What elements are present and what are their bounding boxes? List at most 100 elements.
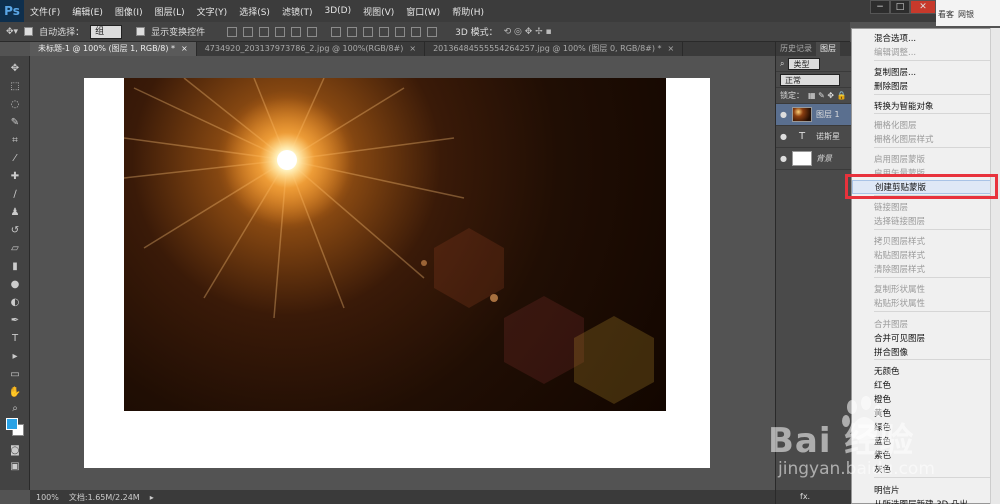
clone-stamp-tool-icon[interactable]: ♟ [7,206,23,220]
move-tool-icon[interactable]: ✥ [7,62,23,76]
close-tab-icon[interactable]: × [409,44,416,53]
distribute-vcenter-icon[interactable] [347,26,358,37]
gradient-tool-icon[interactable]: ▮ [7,260,23,274]
align-hcenter-icon[interactable] [291,26,302,37]
pen-tool-icon[interactable]: ✒ [7,314,23,328]
screen-mode-icon[interactable]: ▣ [7,460,23,474]
context-menu-item[interactable]: 拼合图像 [874,346,908,358]
close-tab-icon[interactable]: × [668,44,675,53]
eyedropper-tool-icon[interactable]: ⁄ [7,152,23,166]
align-vcenter-icon[interactable] [243,26,254,37]
menu-help[interactable]: 帮助(H) [446,5,490,18]
auto-select-checkbox[interactable] [24,27,34,36]
tab-image-2[interactable]: 20136484555554264257.jpg @ 100% (图层 0, R… [425,42,684,56]
menu-type[interactable]: 文字(Y) [191,5,234,18]
hand-tool-icon[interactable]: ✋ [7,386,23,400]
align-top-icon[interactable] [227,26,238,37]
menu-image[interactable]: 图像(I) [109,5,149,18]
tab-image-1[interactable]: 4734920_203137973786_2.jpg @ 100%(RGB/8#… [197,42,426,56]
layer-style-icon[interactable]: fx. [800,492,810,501]
context-menu-item[interactable]: 红色 [874,379,891,391]
tab-untitled[interactable]: 未标题-1 @ 100% (图层 1, RGB/8) * × [30,42,197,56]
type-layer-icon: T [798,131,806,142]
dodge-tool-icon[interactable]: ◐ [7,296,23,310]
auto-select-dropdown[interactable]: 组 [90,24,123,39]
browser-label-kanke[interactable]: 看客 [938,9,954,20]
menu-filter[interactable]: 滤镜(T) [276,5,319,18]
menu-file[interactable]: 文件(F) [24,5,66,18]
layer-row[interactable]: ● T 诺斯星 [776,126,851,148]
minimize-icon[interactable]: − [870,0,890,14]
menu-window[interactable]: 窗口(W) [400,5,446,18]
browser-label-wangyin[interactable]: 网银 [958,9,974,20]
auto-select-label: 自动选择： [39,28,85,38]
document-canvas[interactable] [84,78,710,468]
brush-tool-icon[interactable]: ∕ [7,188,23,202]
blend-mode-row: 正常 [776,72,851,88]
orbit-3d-icon[interactable]: ⟲ ◎ ✥ ✢ ▪ [504,27,552,37]
context-menu-item[interactable]: 删除图层 [874,80,908,92]
layer-name[interactable]: 诺斯星 [816,131,840,142]
type-tool-icon[interactable]: T [7,332,23,346]
layer-name[interactable]: 图层 1 [816,109,840,120]
layer-name[interactable]: 背景 [816,153,832,164]
crop-tool-icon[interactable]: ⌗ [7,134,23,148]
menu-edit[interactable]: 编辑(E) [66,5,109,18]
context-menu-item[interactable]: 从所选图层新建 3D 凸出 [874,498,968,504]
blur-tool-icon[interactable]: ● [7,278,23,292]
distribute-top-icon[interactable] [331,26,342,37]
show-transform-checkbox[interactable] [136,27,146,36]
distribute-hcenter-icon[interactable] [395,26,406,37]
canvas-workarea[interactable] [30,56,775,490]
tab-layers[interactable]: 图层 [816,42,840,56]
layer-filter-dropdown[interactable]: 类型 [788,57,821,70]
lens-flare-graphic [124,78,654,404]
menu-bar: Ps 文件(F) 编辑(E) 图像(I) 图层(L) 文字(Y) 选择(S) 滤… [0,0,1000,22]
watermark-url: jingyan.baidu.com [778,459,935,479]
healing-tool-icon[interactable]: ✚ [7,170,23,184]
align-right-icon[interactable] [307,26,318,37]
visibility-eye-icon[interactable]: ● [780,110,788,119]
foreground-color-swatch[interactable] [6,418,18,430]
shape-tool-icon[interactable]: ▭ [7,368,23,382]
tab-history[interactable]: 历史记录 [776,42,816,56]
status-arrow-icon[interactable]: ▸ [150,493,154,502]
zoom-tool-icon[interactable]: ⌕ [7,402,23,416]
context-menu-item[interactable]: 转换为智能对象 [874,100,934,112]
layer-row[interactable]: ● 图层 1 [776,104,851,126]
menu-separator [874,60,992,61]
move-tool-icon[interactable]: ✥▾ [6,27,18,37]
menu-view[interactable]: 视图(V) [357,5,400,18]
lasso-tool-icon[interactable]: ◌ [7,98,23,112]
context-menu-item[interactable]: 合并可见图层 [874,332,925,344]
visibility-eye-icon[interactable]: ● [780,132,788,141]
close-tab-icon[interactable]: × [181,44,188,53]
blend-mode-dropdown[interactable]: 正常 [780,73,840,86]
maximize-icon[interactable]: □ [890,0,910,14]
visibility-eye-icon[interactable]: ● [780,154,788,163]
context-menu-item[interactable]: 复制图层... [874,66,916,78]
history-brush-tool-icon[interactable]: ↺ [7,224,23,238]
distribute-bottom-icon[interactable] [363,26,374,37]
close-icon[interactable]: ✕ [910,0,936,14]
menu-3d[interactable]: 3D(D) [318,6,357,16]
toolbox: ✥ ⬚ ◌ ✎ ⌗ ⁄ ✚ ∕ ♟ ↺ ▱ ▮ ● ◐ ✒ T ▸ ▭ ✋ ⌕ … [0,56,30,490]
quick-mask-icon[interactable]: ◙ [7,444,23,458]
lock-icon[interactable]: ▦ ✎ ✥ 🔒 [808,91,847,100]
auto-align-icon[interactable] [427,26,438,37]
distribute-right-icon[interactable] [411,26,422,37]
context-menu-item[interactable]: 混合选项... [874,32,916,44]
eraser-tool-icon[interactable]: ▱ [7,242,23,256]
align-bottom-icon[interactable] [259,26,270,37]
path-select-tool-icon[interactable]: ▸ [7,350,23,364]
quick-select-tool-icon[interactable]: ✎ [7,116,23,130]
context-menu-item[interactable]: 无颜色 [874,365,900,377]
menu-layer[interactable]: 图层(L) [149,5,191,18]
distribute-left-icon[interactable] [379,26,390,37]
zoom-level[interactable]: 100% [36,493,59,502]
layer-row[interactable]: ● 背景 [776,148,851,170]
marquee-tool-icon[interactable]: ⬚ [7,80,23,94]
menu-select[interactable]: 选择(S) [233,5,276,18]
photoshop-logo: Ps [0,0,24,22]
align-left-icon[interactable] [275,26,286,37]
